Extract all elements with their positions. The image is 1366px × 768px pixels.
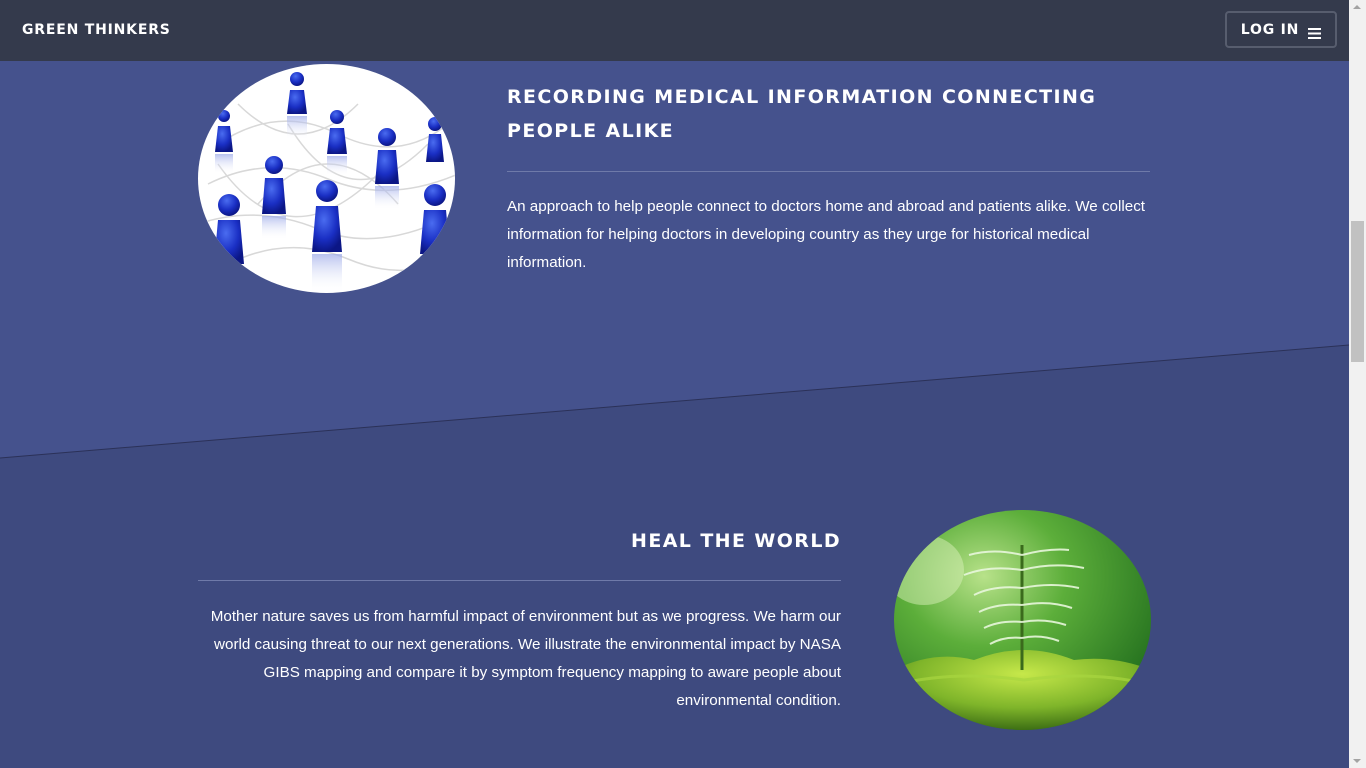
green-sprout-plant-image <box>894 510 1151 730</box>
section-text-medical: An approach to help people connect to do… <box>507 198 1146 271</box>
section-divider-medical <box>507 171 1150 172</box>
hamburger-menu-icon <box>1308 24 1322 39</box>
scroll-down-arrow-icon[interactable] <box>1353 759 1361 763</box>
vertical-scrollbar[interactable] <box>1349 0 1366 768</box>
brand-logo[interactable]: GREEN THINKERS <box>22 20 171 40</box>
section-heading-heal-world: HEAL THE WORLD <box>631 530 841 552</box>
scrollbar-thumb[interactable] <box>1351 221 1364 362</box>
section-heading-medical: RECORDING MEDICAL INFORMATION CONNECTING… <box>507 86 1097 142</box>
connected-people-network-image <box>198 64 455 293</box>
login-button[interactable]: LOG IN <box>1225 11 1337 48</box>
page: GREEN THINKERS LOG IN RECORDING MEDICAL … <box>0 0 1366 768</box>
login-label: LOG IN <box>1240 21 1300 38</box>
section-text-heal-world: Mother nature saves us from harmful impa… <box>210 608 841 709</box>
scroll-up-arrow-icon[interactable] <box>1353 5 1361 9</box>
navbar: GREEN THINKERS LOG IN <box>0 0 1349 61</box>
section-divider-heal-world <box>198 580 841 581</box>
